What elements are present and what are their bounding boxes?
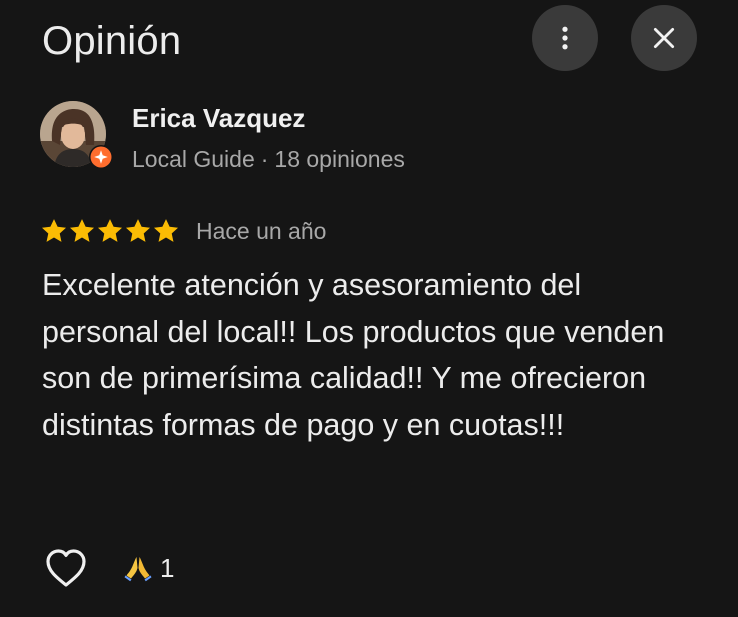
more-options-button[interactable] <box>532 5 598 71</box>
review-time: Hace un año <box>196 218 327 244</box>
heart-outline-icon <box>46 549 86 587</box>
author-level: Local Guide <box>132 146 255 172</box>
like-button[interactable] <box>44 547 88 589</box>
star-filled-icon <box>153 219 179 242</box>
author-name[interactable]: Erica Vazquez <box>132 102 305 134</box>
close-button[interactable] <box>631 5 697 71</box>
author-meta: Local Guide · 18 opiniones <box>132 144 405 174</box>
author-review-count: 18 opiniones <box>274 146 405 172</box>
folded-hands-emoji <box>124 557 152 582</box>
star-filled-icon <box>125 219 151 242</box>
stars-container <box>40 217 180 245</box>
star-filled-icon <box>41 219 67 242</box>
more-vert-icon <box>562 26 568 50</box>
meta-separator: · <box>260 146 269 172</box>
star-filled-icon <box>97 219 123 242</box>
star-rating: Hace un año <box>40 216 326 246</box>
local-guide-star-icon <box>90 146 112 168</box>
star-filled-icon <box>69 219 95 242</box>
review-text: Excelente atención y asesoramiento del p… <box>42 268 665 442</box>
author-avatar-wrapper[interactable] <box>40 101 113 169</box>
reaction-button[interactable]: 1 <box>124 552 174 584</box>
reaction-count: 1 <box>160 553 175 583</box>
local-guide-badge <box>89 145 113 169</box>
page-title: Opinión <box>42 19 182 63</box>
close-icon <box>653 27 675 49</box>
